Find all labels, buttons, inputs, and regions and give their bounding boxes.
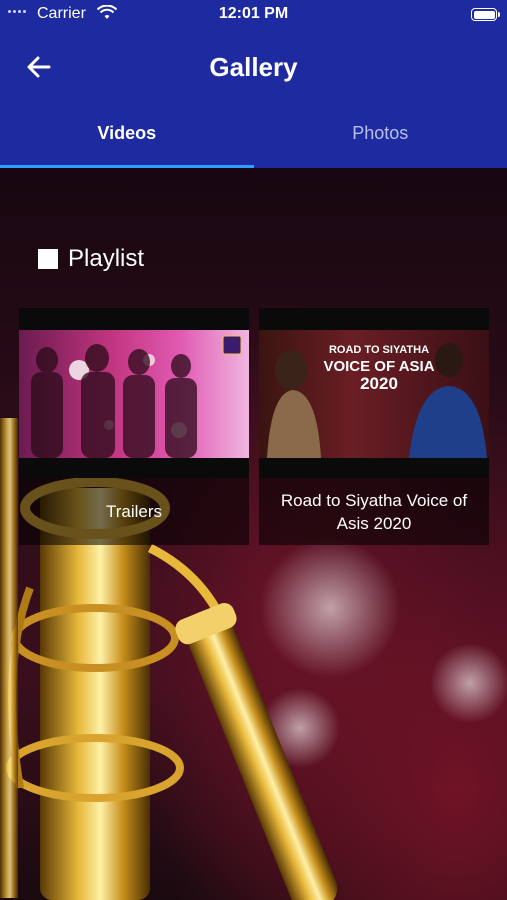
playlist-item-caption: Road to Siyatha Voice of Asis 2020: [280, 490, 468, 533]
playlist-item-voice-of-asia[interactable]: ROAD TO SIYATHA VOICE OF ASIA 2020 Road …: [259, 308, 489, 545]
thumbnail-frame: [19, 308, 249, 478]
square-icon: [38, 249, 58, 269]
playlist-heading: Playlist: [38, 245, 144, 273]
thumbnail-text-line1: ROAD TO SIYATHA: [328, 344, 430, 356]
video-thumbnail: ROAD TO SIYATHA VOICE OF ASIA 2020: [259, 330, 489, 458]
tab-bar: Videos Photos: [0, 112, 507, 168]
tab-photos[interactable]: Photos: [254, 112, 507, 168]
playlist-item-caption: Trailers: [105, 502, 163, 521]
playlist-item-trailers[interactable]: Trailers: [19, 308, 249, 545]
page-title: Gallery: [209, 52, 298, 82]
video-thumbnail: [19, 330, 249, 458]
app-header: Carrier 12:01 PM Gallery Videos Photos: [0, 0, 507, 168]
status-time: 12:01 PM: [218, 5, 289, 22]
thumbnail-text-line2: VOICE OF ASIA: [323, 358, 435, 375]
battery-icon: [471, 8, 500, 21]
thumbnail-text-line3: 2020: [360, 374, 398, 393]
thumbnail-frame: ROAD TO SIYATHA VOICE OF ASIA 2020: [259, 308, 489, 478]
tab-videos[interactable]: Videos: [0, 112, 254, 168]
playlist-title: Playlist: [68, 245, 145, 272]
gallery-content: Playlist Trailers ROAD TO SIYATHA VOICE …: [0, 168, 507, 900]
status-bar: Carrier 12:01 PM: [0, 0, 507, 30]
